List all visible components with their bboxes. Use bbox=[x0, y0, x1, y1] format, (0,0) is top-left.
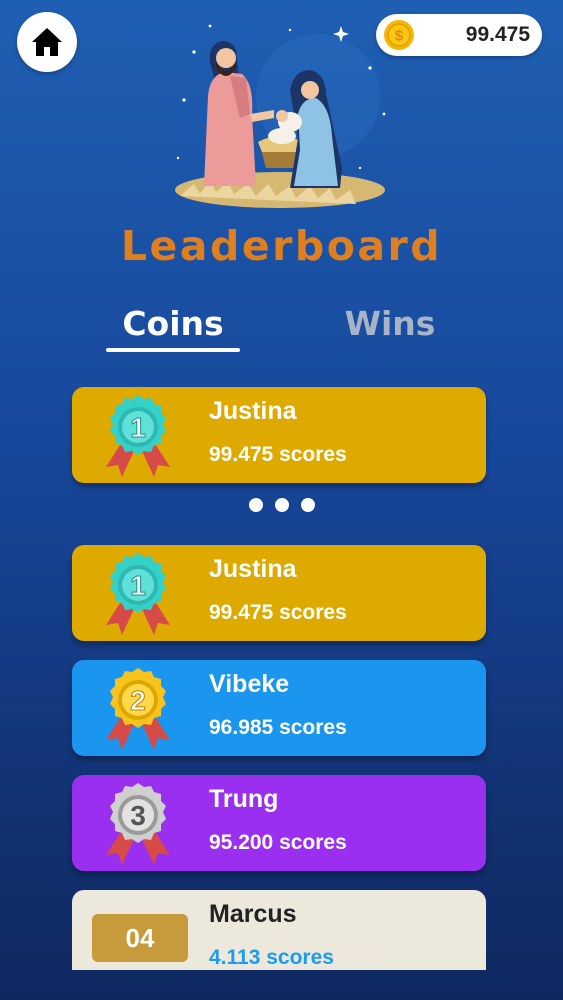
player-score: 4.113 scores bbox=[209, 946, 334, 969]
rank-2-medal-icon: 2 bbox=[106, 668, 170, 750]
player-name: Marcus bbox=[209, 900, 297, 928]
rank-number: 1 bbox=[130, 570, 146, 601]
player-score: 99.475 scores bbox=[209, 601, 347, 624]
nativity-illustration bbox=[175, 24, 386, 208]
rank-box: 04 bbox=[92, 914, 188, 962]
rank-3-medal-icon: 3 bbox=[106, 783, 170, 865]
player-score: 99.475 scores bbox=[209, 443, 347, 466]
home-icon bbox=[32, 28, 62, 56]
current-user-card[interactable]: 1 Justina 99.475 scores bbox=[72, 387, 486, 483]
tab-coins[interactable]: Coins bbox=[106, 304, 240, 343]
active-tab-indicator bbox=[106, 348, 240, 352]
dot bbox=[301, 498, 315, 512]
coin-balance-value: 99.475 bbox=[465, 23, 530, 46]
ellipsis-separator bbox=[249, 498, 315, 514]
dot bbox=[249, 498, 263, 512]
leaderboard-row-1[interactable]: 1 Justina 99.475 scores bbox=[72, 545, 486, 641]
coin-balance: $ 99.475 bbox=[376, 14, 542, 56]
rank-number: 2 bbox=[130, 685, 146, 716]
rank-1-medal-icon: 1 bbox=[106, 395, 170, 477]
dot bbox=[275, 498, 289, 512]
player-name: Justina bbox=[209, 555, 297, 583]
rank-number: 1 bbox=[130, 412, 146, 443]
leaderboard-row-2[interactable]: 2 Vibeke 96.985 scores bbox=[72, 660, 486, 756]
home-button[interactable] bbox=[17, 12, 77, 72]
player-name: Justina bbox=[209, 397, 297, 425]
player-name: Trung bbox=[209, 785, 279, 813]
player-score: 95.200 scores bbox=[209, 831, 347, 854]
player-score: 96.985 scores bbox=[209, 716, 347, 739]
rank-1-medal-icon: 1 bbox=[106, 553, 170, 635]
leaderboard-row-3[interactable]: 3 Trung 95.200 scores bbox=[72, 775, 486, 871]
leaderboard-row-4[interactable]: 04 Marcus 4.113 scores bbox=[72, 890, 486, 970]
rank-number: 3 bbox=[130, 800, 146, 831]
tab-wins[interactable]: Wins bbox=[330, 304, 450, 343]
player-name: Vibeke bbox=[209, 670, 290, 698]
page-title: Leaderboard bbox=[120, 222, 443, 270]
